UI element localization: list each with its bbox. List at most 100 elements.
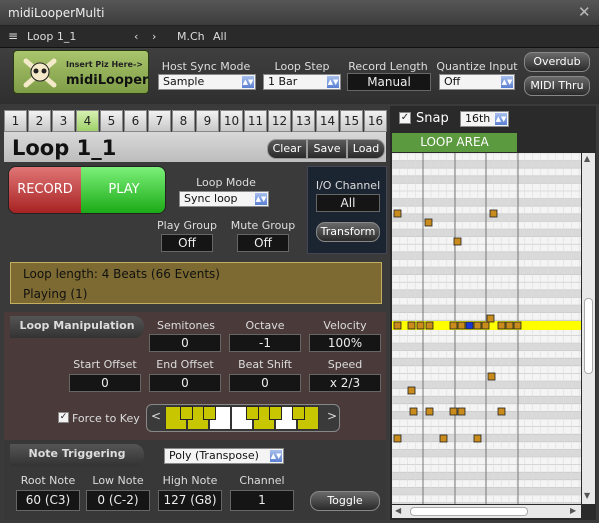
key-right-arrow-icon[interactable]: > bbox=[327, 409, 337, 423]
snap-checkbox[interactable]: ✓ bbox=[399, 112, 411, 124]
tab-6[interactable]: 6 bbox=[124, 110, 147, 132]
high-note-field[interactable]: 127 (G8) bbox=[158, 490, 222, 511]
mute-group-field[interactable]: Off bbox=[237, 234, 289, 252]
scroll-up-icon[interactable]: ▲ bbox=[584, 154, 590, 163]
play-group-field[interactable]: Off bbox=[161, 234, 213, 252]
force-to-key-checkbox[interactable]: ✓ bbox=[58, 412, 69, 423]
snap-label: Snap bbox=[416, 111, 449, 126]
tab-12[interactable]: 12 bbox=[268, 110, 291, 132]
skull-logo-icon bbox=[23, 58, 57, 88]
tab-8[interactable]: 8 bbox=[172, 110, 195, 132]
tab-1[interactable]: 1 bbox=[4, 110, 27, 132]
note-block bbox=[489, 209, 498, 218]
piano-roll-svg[interactable] bbox=[392, 153, 581, 504]
start-offset-field[interactable]: 0 bbox=[69, 374, 141, 392]
low-note-field[interactable]: 0 (C-2) bbox=[86, 490, 150, 511]
loop-step-select[interactable]: 1 Bar ▲▼ bbox=[263, 74, 341, 90]
dropdown-arrow-icon: ▲▼ bbox=[327, 76, 339, 88]
scroll-left-icon[interactable]: ◀ bbox=[395, 506, 401, 515]
trigger-mode-select[interactable]: Poly (Transpose) ▲▼ bbox=[164, 448, 284, 464]
vertical-scrollbar[interactable]: ▲ ▼ bbox=[582, 153, 595, 504]
tab-7[interactable]: 7 bbox=[148, 110, 171, 132]
tab-13[interactable]: 13 bbox=[292, 110, 315, 132]
clear-button[interactable]: Clear bbox=[267, 139, 307, 159]
quantize-select[interactable]: Off ▲▼ bbox=[439, 74, 515, 90]
end-offset-label: End Offset bbox=[156, 358, 214, 371]
preset-name[interactable]: Loop 1_1 bbox=[27, 30, 76, 43]
note-block bbox=[425, 407, 434, 416]
piano-black-key[interactable] bbox=[246, 406, 259, 420]
tab-16[interactable]: 16 bbox=[364, 110, 387, 132]
note-block bbox=[393, 209, 402, 218]
key-left-arrow-icon[interactable]: < bbox=[151, 409, 161, 423]
tab-10[interactable]: 10 bbox=[220, 110, 243, 132]
loop-mode-select[interactable]: Sync loop ▲▼ bbox=[179, 191, 269, 207]
beat-shift-field[interactable]: 0 bbox=[229, 374, 301, 392]
note-block bbox=[453, 237, 462, 246]
channel-field[interactable]: 1 bbox=[230, 490, 294, 511]
tab-15[interactable]: 15 bbox=[340, 110, 363, 132]
note-block bbox=[473, 434, 482, 443]
velocity-field[interactable]: 100% bbox=[309, 334, 381, 352]
prev-preset-icon[interactable]: ‹ bbox=[134, 30, 138, 43]
scroll-down-icon[interactable]: ▼ bbox=[584, 491, 590, 500]
dropdown-arrow-icon: ▲▼ bbox=[270, 450, 282, 462]
host-sync-select[interactable]: Sample ▲▼ bbox=[158, 74, 256, 90]
horizontal-scroll-thumb[interactable] bbox=[410, 507, 528, 516]
tab-14[interactable]: 14 bbox=[316, 110, 339, 132]
note-block bbox=[449, 321, 458, 330]
tab-2[interactable]: 2 bbox=[28, 110, 51, 132]
tab-4[interactable]: 4 bbox=[76, 110, 99, 132]
midi-channel-value[interactable]: All bbox=[213, 30, 227, 43]
trigger-mode-value: Poly (Transpose) bbox=[169, 449, 259, 462]
vertical-scroll-thumb[interactable] bbox=[584, 298, 593, 374]
note-block bbox=[457, 321, 466, 330]
octave-field[interactable]: -1 bbox=[229, 334, 301, 352]
speed-field[interactable]: x 2/3 bbox=[309, 374, 381, 392]
loop-mode-value: Sync loop bbox=[184, 192, 238, 205]
note-block bbox=[393, 321, 402, 330]
tab-3[interactable]: 3 bbox=[52, 110, 75, 132]
load-button[interactable]: Load bbox=[347, 139, 385, 159]
scroll-right-icon[interactable]: ▶ bbox=[570, 506, 576, 515]
end-offset-field[interactable]: 0 bbox=[149, 374, 221, 392]
save-button[interactable]: Save bbox=[307, 139, 347, 159]
note-block bbox=[393, 434, 402, 443]
close-icon[interactable]: ✕ bbox=[578, 3, 591, 21]
note-block bbox=[425, 321, 434, 330]
toggle-button[interactable]: Toggle bbox=[310, 491, 380, 511]
piano-black-key[interactable] bbox=[269, 406, 282, 420]
semitones-field[interactable]: 0 bbox=[149, 334, 221, 352]
piano-roll-grid[interactable] bbox=[392, 153, 581, 504]
io-channel-field[interactable]: All bbox=[316, 194, 380, 212]
horizontal-scrollbar[interactable]: ◀ ▶ bbox=[392, 505, 581, 518]
tab-9[interactable]: 9 bbox=[196, 110, 219, 132]
host-sync-label: Host Sync Mode bbox=[161, 60, 251, 73]
tab-11[interactable]: 11 bbox=[244, 110, 267, 132]
piano-black-key[interactable] bbox=[292, 406, 305, 420]
hamburger-menu-icon[interactable]: ≡ bbox=[8, 29, 18, 43]
next-preset-icon[interactable]: › bbox=[152, 30, 156, 43]
note-block bbox=[449, 407, 458, 416]
record-button[interactable]: RECORD bbox=[9, 167, 81, 213]
record-length-field[interactable]: Manual bbox=[347, 73, 431, 91]
midi-thru-button[interactable]: MIDI Thru bbox=[524, 76, 590, 96]
dropdown-arrow-icon: ▲▼ bbox=[242, 76, 254, 88]
beat-shift-label: Beat Shift bbox=[238, 358, 292, 371]
record-length-label: Record Length bbox=[348, 60, 428, 73]
tab-5[interactable]: 5 bbox=[100, 110, 123, 132]
root-note-field[interactable]: 60 (C3) bbox=[16, 490, 80, 511]
note-block bbox=[513, 321, 522, 330]
play-button[interactable]: PLAY bbox=[81, 167, 165, 213]
snap-select[interactable]: 16th ▲▼ bbox=[460, 111, 509, 127]
channel-label: Channel bbox=[239, 474, 285, 487]
low-note-label: Low Note bbox=[92, 474, 144, 487]
overdub-button[interactable]: Overdub bbox=[524, 52, 590, 72]
logo-name: midiLooper bbox=[66, 73, 149, 88]
piano-black-key[interactable] bbox=[180, 406, 193, 420]
loop-status-text: Playing (1) bbox=[23, 287, 88, 301]
window-titlebar: midiLooperMulti ✕ bbox=[0, 0, 599, 26]
piano-black-key[interactable] bbox=[203, 406, 216, 420]
root-note-label: Root Note bbox=[20, 474, 76, 487]
transform-button[interactable]: Transform bbox=[316, 222, 380, 242]
